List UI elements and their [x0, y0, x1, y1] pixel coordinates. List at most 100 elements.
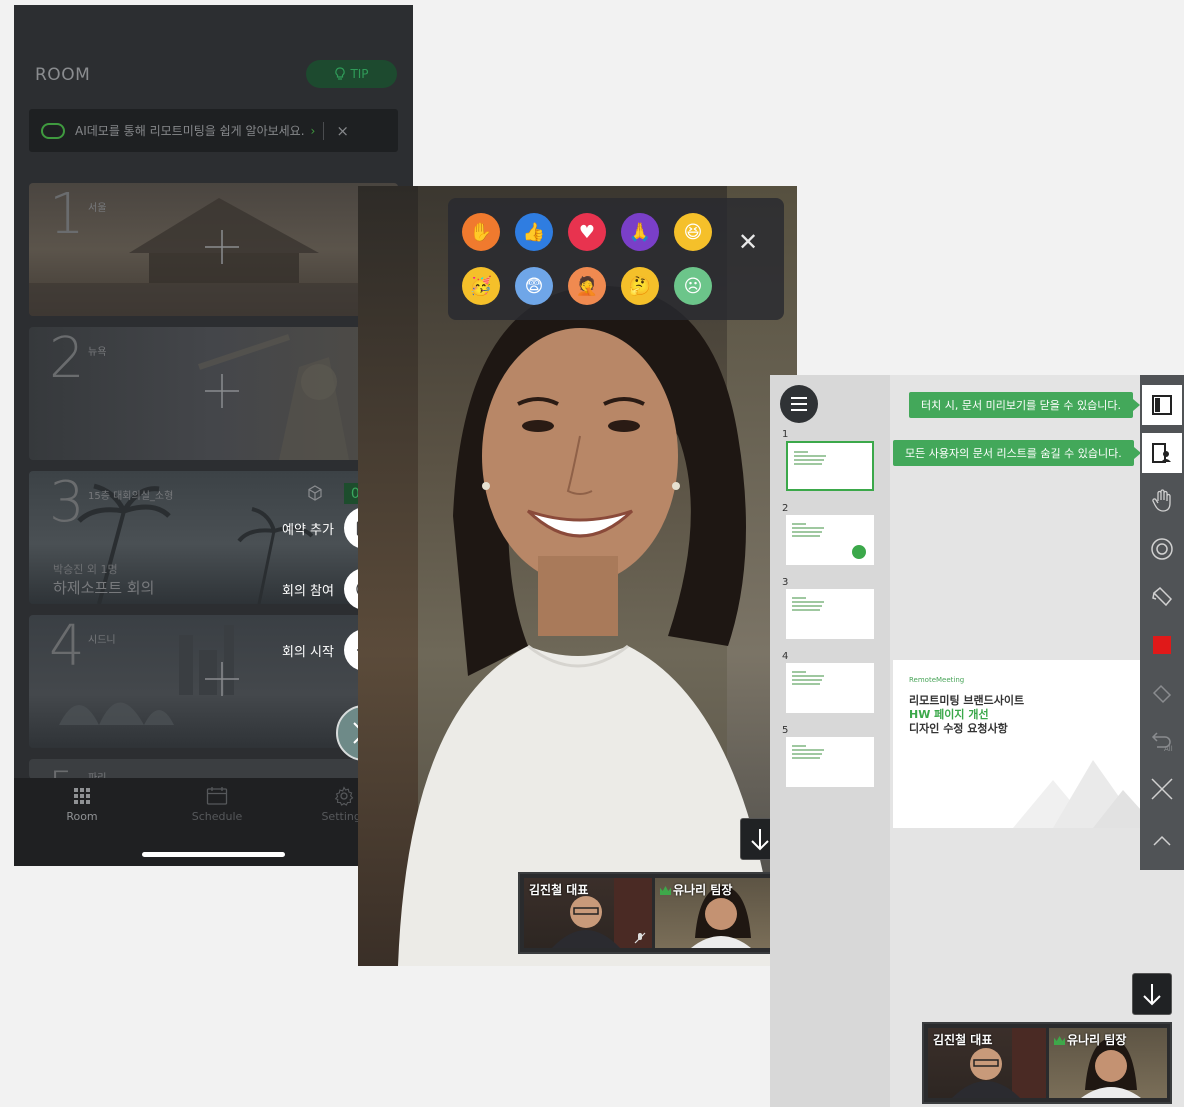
thumbnail-text-line — [794, 451, 808, 453]
tab-schedule-label: Schedule — [191, 810, 243, 823]
participant-name: 유나리 팀장 — [660, 881, 732, 898]
start-label: 회의 시작 — [282, 644, 334, 660]
slide-decoration — [1013, 760, 1141, 828]
room-card-1[interactable]: 1 서울 — [29, 183, 398, 316]
calendar-icon — [206, 787, 228, 805]
participant-name: 김진철 대표 — [529, 883, 589, 897]
thumbnail-text-line — [792, 605, 822, 607]
room-number: 5 — [49, 759, 74, 779]
ai-demo-banner[interactable]: AI데모를 통해 리모트미팅을 쉽게 알아보세요. › × — [29, 109, 398, 152]
svg-text:All: All — [1164, 745, 1173, 752]
drawing-toolbar: All — [1140, 375, 1184, 870]
close-icon[interactable]: ✕ — [738, 228, 758, 256]
room-card-2[interactable]: 2 뉴욕 — [29, 327, 398, 460]
thumbnail-text-line — [792, 671, 806, 673]
tool-pen[interactable] — [1142, 577, 1182, 617]
laugh-icon[interactable]: 😆 — [674, 213, 712, 251]
page-thumbnail[interactable] — [786, 441, 874, 491]
tool-hand[interactable] — [1142, 481, 1182, 521]
room-city: 뉴욕 — [88, 347, 107, 358]
page-number: 1 — [782, 429, 789, 440]
host-name: 유나리 팀장 — [1067, 1033, 1127, 1047]
reserve-label: 예약 추가 — [282, 522, 334, 538]
add-room-icon[interactable] — [203, 372, 241, 410]
participant-name: 유나리 팀장 — [1054, 1031, 1126, 1048]
room-number: 1 — [49, 183, 85, 247]
page-thumbnail[interactable] — [786, 737, 874, 787]
add-room-icon[interactable] — [203, 660, 241, 698]
tool-eraser[interactable] — [1142, 673, 1182, 713]
page-number: 4 — [782, 651, 789, 662]
eraser-icon — [1152, 684, 1172, 704]
chevron-right-icon: › — [310, 123, 316, 138]
thumbnail-text-line — [792, 679, 822, 681]
video-screen: ✋ 👍 ♥ 🙏 😆 🥳 😨 🤦 🤔 ☹ ✕ 김진철 대표 유나리 팀장 — [358, 186, 797, 966]
party-icon[interactable]: 🥳 — [462, 267, 500, 305]
tool-preview-toggle[interactable] — [1142, 385, 1182, 425]
tip-button[interactable]: TIP — [306, 60, 397, 88]
shared-slide[interactable]: RemoteMeeting 리모트미팅 브랜드사이트 HW 페이지 개선 디자인… — [893, 660, 1141, 828]
thumbnail-text-line — [794, 459, 824, 461]
page-number: 3 — [782, 577, 789, 588]
thumbnail-text-line — [792, 745, 806, 747]
thinking-icon[interactable]: 🤔 — [621, 267, 659, 305]
divider — [323, 121, 325, 140]
participant-tile[interactable]: 유나리 팀장 — [655, 878, 783, 948]
notice-text: AI데모를 통해 리모트미팅을 쉽게 알아보세요. — [75, 124, 305, 138]
close-preview-tooltip: 터치 시, 문서 미리보기를 닫을 수 있습니다. — [909, 392, 1141, 418]
panel-icon — [1152, 395, 1172, 415]
tool-collapse[interactable] — [1142, 821, 1182, 861]
mic-off-icon — [634, 932, 646, 944]
thumbnail-text-line — [792, 757, 820, 759]
thumbnail-text-line — [792, 683, 820, 685]
thumbs-up-icon[interactable]: 👍 — [515, 213, 553, 251]
add-room-icon[interactable] — [203, 228, 241, 266]
room-city: 시드니 — [88, 635, 116, 646]
tool-close[interactable] — [1142, 769, 1182, 809]
thumbnail-text-line — [794, 455, 826, 457]
page-title: ROOM — [35, 65, 91, 85]
ai-demo-icon — [41, 122, 65, 139]
close-icon[interactable]: × — [336, 122, 349, 140]
document-screen: 1 2 3 4 5 터치 시, 문서 미리보기를 닫을 수 있습니다. 모든 사용자의 … — [770, 375, 1184, 1107]
tab-room[interactable]: Room — [37, 786, 127, 823]
tool-color[interactable] — [1142, 625, 1182, 665]
scroll-down-button[interactable] — [1132, 973, 1172, 1015]
tool-undo-all[interactable]: All — [1142, 721, 1182, 761]
sad-icon[interactable]: ☹ — [674, 267, 712, 305]
arrow-down-icon — [751, 829, 769, 851]
participant-tile[interactable]: 유나리 팀장 — [1049, 1028, 1167, 1098]
pray-icon[interactable]: 🙏 — [621, 213, 659, 251]
tool-pointer[interactable] — [1142, 529, 1182, 569]
participant-tile[interactable]: 김진철 대표 — [524, 878, 652, 948]
room-number: 4 — [49, 615, 85, 679]
facepalm-icon[interactable]: 🤦 — [568, 267, 606, 305]
host-name: 유나리 팀장 — [673, 883, 733, 897]
room-city: 서울 — [88, 203, 107, 214]
room-card-5[interactable]: 5 파리 — [29, 759, 398, 779]
page-thumbnail[interactable] — [786, 589, 874, 639]
participant-tile[interactable]: 김진철 대표 — [928, 1028, 1046, 1098]
gear-icon — [334, 786, 354, 806]
menu-button[interactable] — [780, 385, 818, 423]
thumbnail-text-line — [794, 463, 822, 465]
page-list: 1 2 3 4 5 — [770, 375, 890, 1107]
thumbnail-text-line — [792, 749, 824, 751]
tab-schedule[interactable]: Schedule — [172, 786, 262, 823]
tool-list-toggle[interactable] — [1142, 433, 1182, 473]
tip-label: TIP — [350, 67, 369, 81]
close-icon — [1151, 778, 1173, 800]
raised-hand-icon[interactable]: ✋ — [462, 213, 500, 251]
page-2-badge — [850, 543, 868, 561]
chevron-up-icon — [1153, 835, 1171, 846]
scared-icon[interactable]: 😨 — [515, 267, 553, 305]
page-number: 5 — [782, 725, 789, 736]
color-swatch-icon — [1153, 636, 1171, 654]
crown-icon — [1054, 1036, 1065, 1045]
page-thumbnail[interactable] — [786, 663, 874, 713]
heart-icon[interactable]: ♥ — [568, 213, 606, 251]
thumbnail-text-line — [792, 675, 824, 677]
thumbnail-text-line — [792, 597, 806, 599]
reaction-panel: ✋ 👍 ♥ 🙏 😆 🥳 😨 🤦 🤔 ☹ ✕ — [448, 198, 784, 320]
lightbulb-icon — [335, 67, 346, 80]
